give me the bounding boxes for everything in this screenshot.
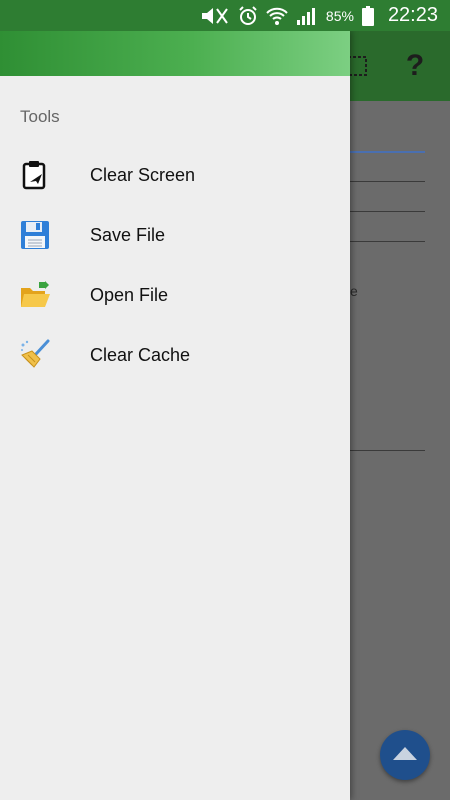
clock-time: 22:23 xyxy=(387,4,438,26)
text-fragment: e xyxy=(350,283,358,299)
status-bar: 85% 22:23 xyxy=(0,0,450,31)
menu-item-label: Save File xyxy=(90,224,166,245)
section-title: Tools xyxy=(20,107,60,126)
floppy-disk-icon xyxy=(18,218,52,252)
divider xyxy=(350,211,425,212)
divider xyxy=(350,181,425,182)
battery-icon xyxy=(361,5,374,26)
broom-icon xyxy=(18,338,52,372)
battery-percent: 85% xyxy=(325,7,354,24)
scroll-up-button[interactable] xyxy=(380,730,430,780)
mute-icon xyxy=(200,7,230,25)
help-icon[interactable]: ? xyxy=(398,49,432,83)
menu-item-label: Clear Screen xyxy=(90,164,196,185)
divider xyxy=(350,241,425,242)
drawer-header xyxy=(0,31,350,76)
menu-item-label: Open File xyxy=(90,284,169,305)
clipboard-icon xyxy=(18,158,52,192)
menu-item-label: Clear Cache xyxy=(90,344,191,365)
open-folder-icon xyxy=(18,278,52,312)
chevron-up-icon xyxy=(391,744,419,767)
menu-item-clear-screen[interactable]: Clear Screen xyxy=(0,147,350,203)
menu-item-save-file[interactable]: Save File xyxy=(0,207,350,263)
divider xyxy=(350,450,425,451)
signal-icon xyxy=(296,7,316,25)
wifi-icon xyxy=(266,6,288,26)
navigation-drawer: Tools Clear Screen Save File Open File C… xyxy=(0,31,350,800)
menu-item-clear-cache[interactable]: Clear Cache xyxy=(0,327,350,383)
alarm-icon xyxy=(238,5,258,26)
divider xyxy=(350,151,425,153)
menu-item-open-file[interactable]: Open File xyxy=(0,267,350,323)
